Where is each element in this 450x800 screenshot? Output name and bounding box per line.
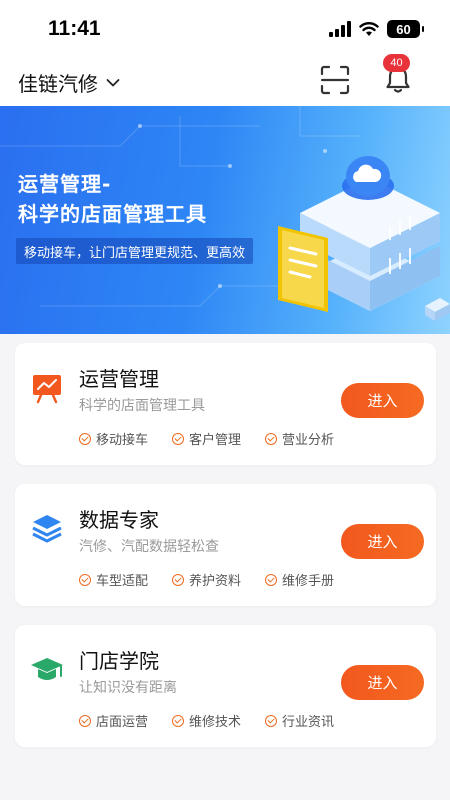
- feature-link[interactable]: 维修手册: [265, 570, 334, 589]
- check-circle-icon: [172, 714, 185, 727]
- feature-link[interactable]: 养护资料: [172, 570, 241, 589]
- feature-link[interactable]: 行业资讯: [265, 711, 334, 730]
- presentation-board-icon: [33, 375, 61, 404]
- card-features: 车型适配 养护资料 维修手册: [79, 570, 334, 589]
- graduation-cap-icon: [31, 658, 63, 680]
- store-selector[interactable]: 佳链汽修: [18, 68, 120, 97]
- card-title: 运营管理: [79, 367, 159, 391]
- promo-banner[interactable]: 运营管理- 科学的店面管理工具 移动接车，让门店管理更规范、更高效: [0, 106, 450, 334]
- wifi-icon: [359, 22, 379, 36]
- chevron-down-icon: [106, 78, 120, 86]
- notification-badge: 40: [383, 54, 410, 72]
- banner-subtitle: 移动接车，让门店管理更规范、更高效: [16, 238, 254, 264]
- feature-link[interactable]: 店面运营: [79, 711, 148, 730]
- card-subtitle: 汽修、汽配数据轻松查: [79, 539, 219, 555]
- card-subtitle: 科学的店面管理工具: [79, 398, 205, 414]
- feature-label: 移动接车: [96, 433, 149, 448]
- app-header: 佳链汽修 40: [0, 54, 450, 106]
- feature-link[interactable]: 移动接车: [79, 429, 148, 448]
- card-subtitle: 让知识没有距离: [79, 680, 177, 696]
- scan-icon: [320, 65, 350, 95]
- feature-card-operations[interactable]: 运营管理 科学的店面管理工具 移动接车 客户管理 营业分析 进入: [15, 343, 436, 465]
- status-icons: 60: [329, 20, 424, 38]
- banner-title-line1: 运营管理-: [18, 172, 112, 196]
- cellular-signal-icon: [329, 21, 351, 37]
- check-circle-icon: [265, 432, 278, 445]
- check-circle-icon: [265, 573, 278, 586]
- battery-icon: 60: [387, 20, 424, 38]
- feature-card-data-expert[interactable]: 数据专家 汽修、汽配数据轻松查 车型适配 养护资料 维修手册 进入: [15, 484, 436, 606]
- store-name: 佳链汽修: [18, 72, 98, 96]
- feature-label: 客户管理: [189, 433, 242, 448]
- feature-label: 养护资料: [189, 574, 242, 589]
- feature-link[interactable]: 车型适配: [79, 570, 148, 589]
- feature-card-academy[interactable]: 门店学院 让知识没有距离 店面运营 维修技术 行业资讯 进入: [15, 625, 436, 747]
- banner-title-line2: 科学的店面管理工具: [18, 202, 207, 226]
- feature-link[interactable]: 维修技术: [172, 711, 241, 730]
- feature-label: 店面运营: [96, 715, 149, 730]
- feature-label: 车型适配: [96, 574, 149, 589]
- enter-button[interactable]: 进入: [341, 665, 424, 700]
- enter-button[interactable]: 进入: [341, 524, 424, 559]
- status-bar: 11:41 60: [0, 0, 450, 58]
- check-circle-icon: [79, 432, 91, 445]
- feature-link[interactable]: 营业分析: [265, 429, 334, 448]
- check-circle-icon: [172, 432, 185, 445]
- card-title: 数据专家: [79, 508, 159, 532]
- cloud-server-illustration: [278, 156, 450, 321]
- feature-label: 维修手册: [282, 574, 335, 589]
- scan-button[interactable]: [319, 64, 351, 96]
- feature-label: 行业资讯: [282, 715, 335, 730]
- check-circle-icon: [79, 714, 91, 727]
- feature-label: 维修技术: [189, 715, 242, 730]
- enter-button[interactable]: 进入: [341, 383, 424, 418]
- check-circle-icon: [265, 714, 278, 727]
- battery-level: 60: [396, 21, 411, 37]
- card-features: 店面运营 维修技术 行业资讯: [79, 711, 334, 730]
- card-features: 移动接车 客户管理 营业分析: [79, 429, 334, 448]
- feature-link[interactable]: 客户管理: [172, 429, 241, 448]
- card-title: 门店学院: [79, 649, 159, 673]
- layers-icon: [32, 515, 62, 543]
- feature-label: 营业分析: [282, 433, 335, 448]
- check-circle-icon: [172, 573, 185, 586]
- check-circle-icon: [79, 573, 91, 586]
- status-time: 11:41: [48, 17, 101, 40]
